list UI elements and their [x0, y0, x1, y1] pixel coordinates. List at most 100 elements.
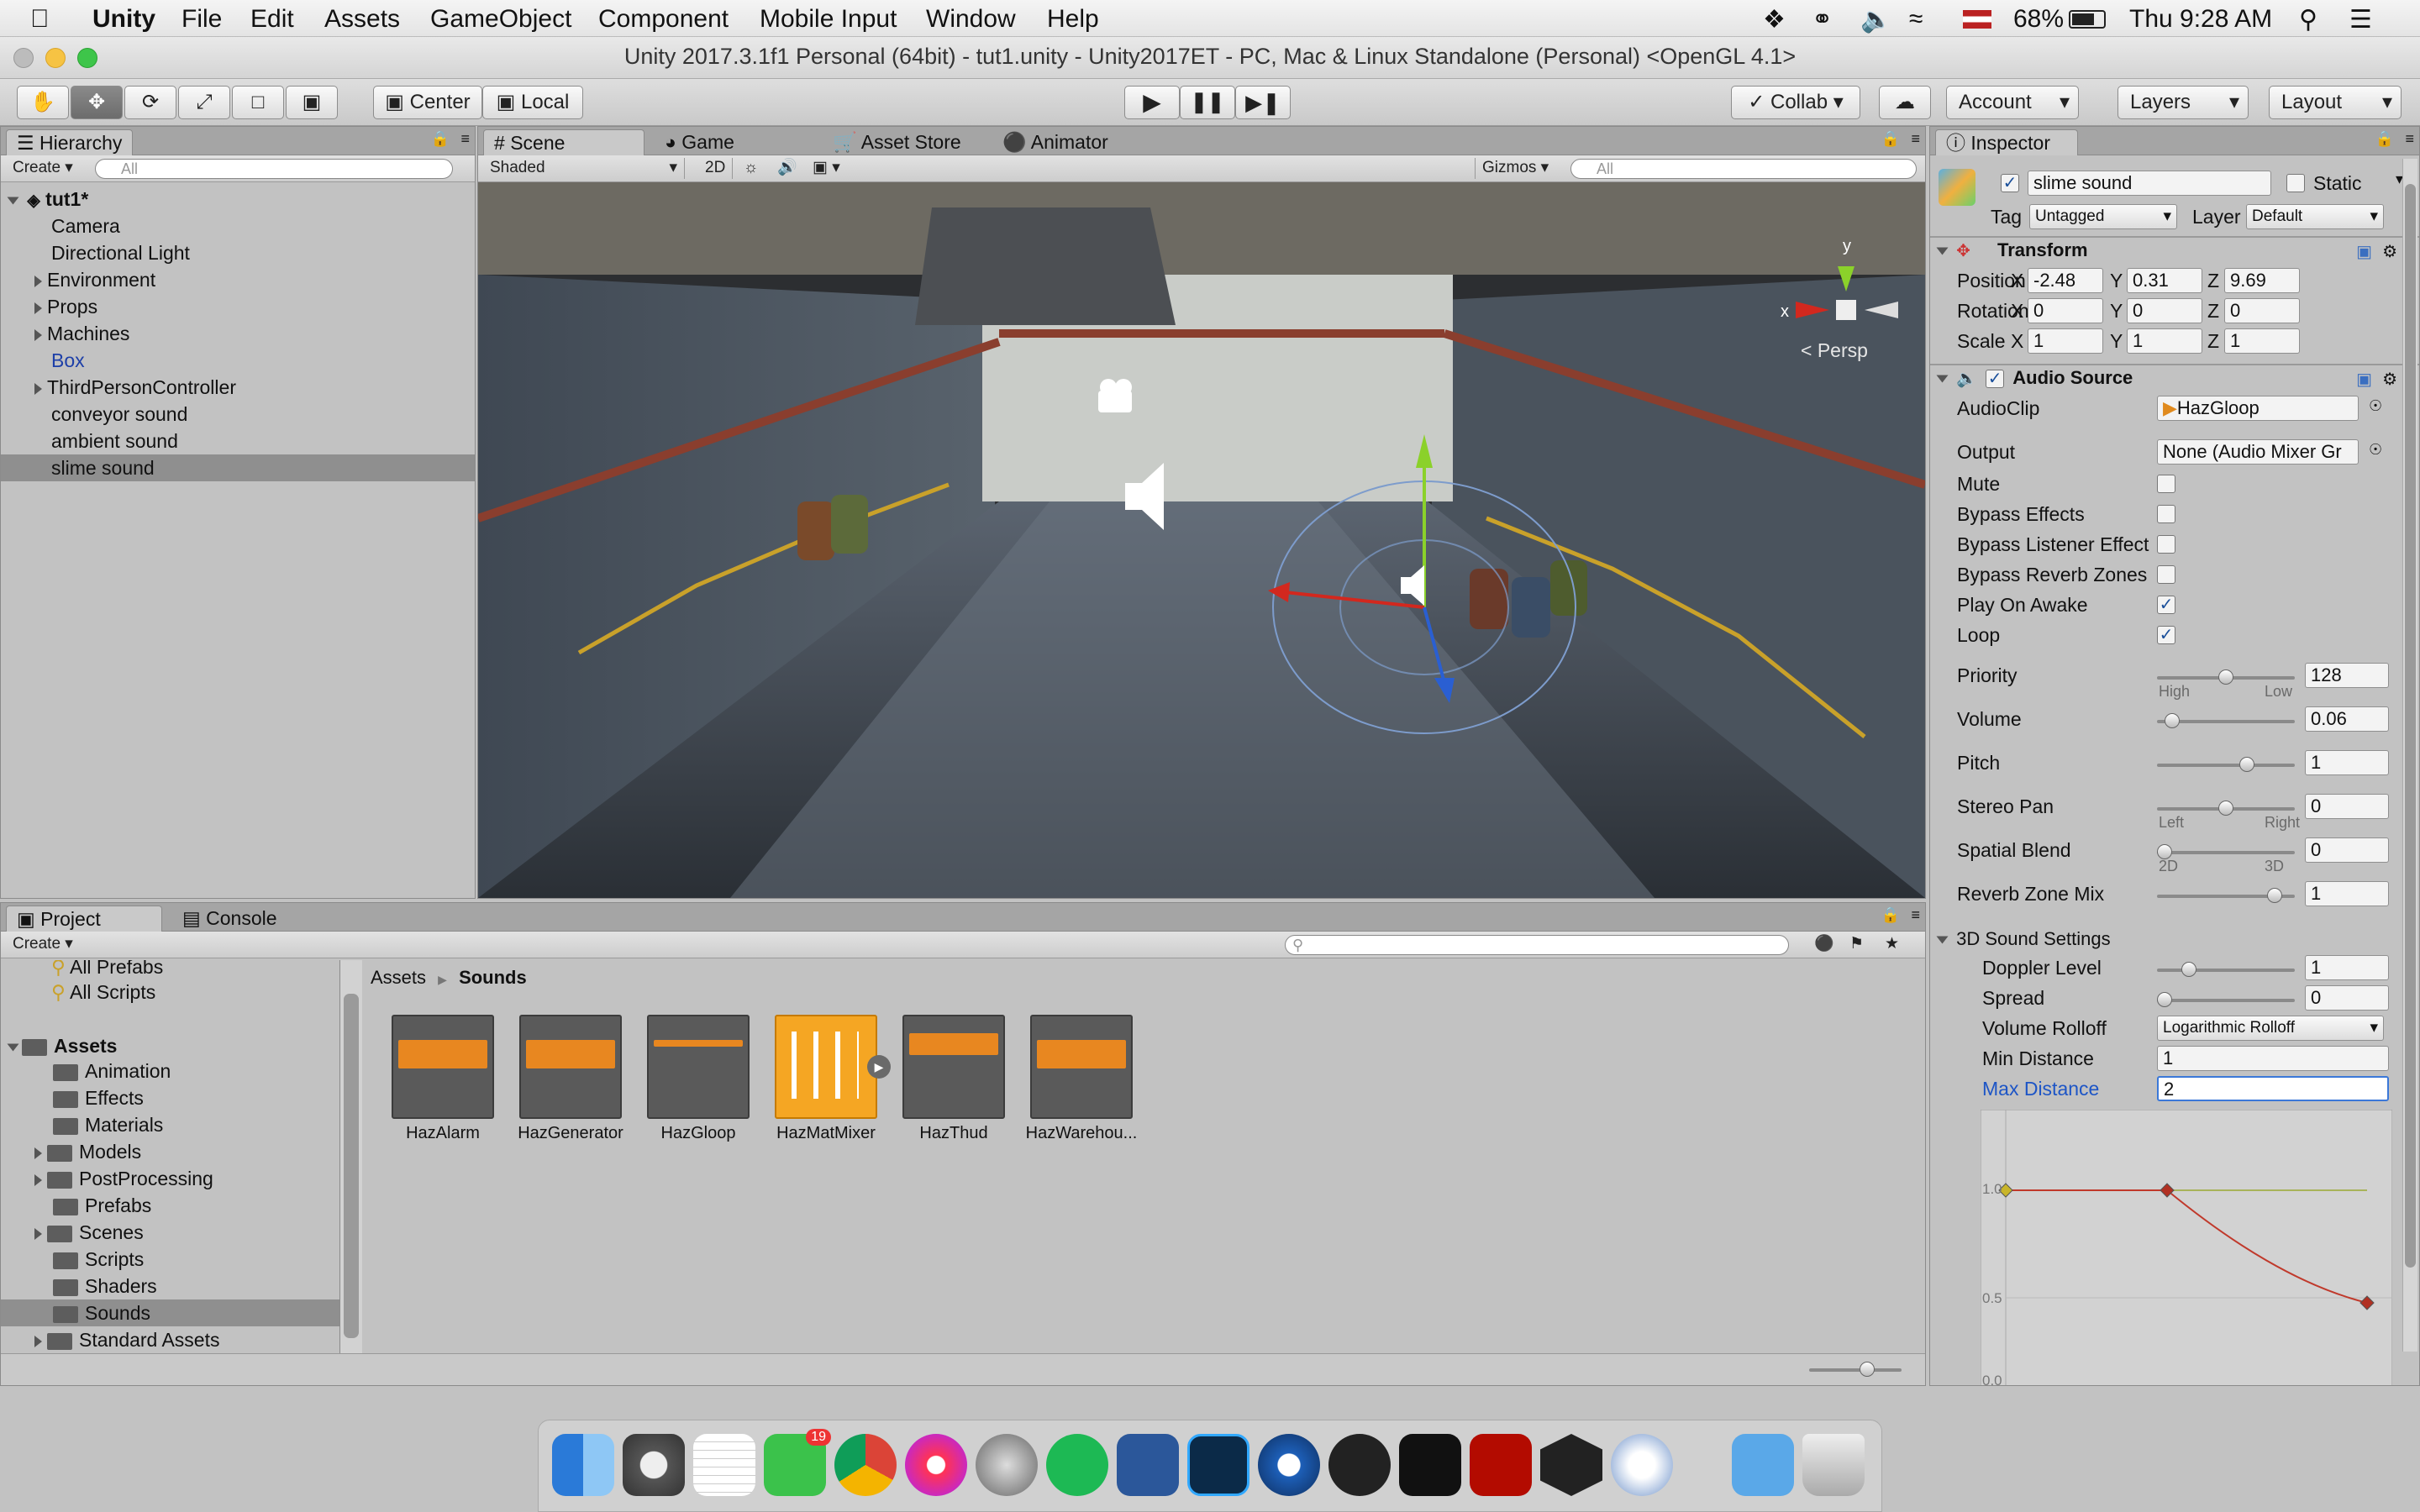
hierarchy-item[interactable]: Environment — [1, 266, 475, 293]
system-preferences-icon[interactable] — [976, 1434, 1038, 1496]
asset-thumbnail[interactable] — [1030, 1015, 1133, 1119]
layers-dropdown[interactable]: Layers ▾ — [2118, 86, 2249, 119]
breadcrumb-sounds[interactable]: Sounds — [459, 967, 527, 988]
audio-enabled-checkbox[interactable]: ✓ — [1986, 370, 2005, 389]
stereo-pan-slider[interactable] — [2157, 801, 2295, 816]
flag-icon[interactable] — [1963, 10, 1991, 29]
folder-item[interactable]: Sounds — [1, 1299, 339, 1326]
play-on-awake-checkbox[interactable]: ✓ — [2157, 596, 2175, 614]
reverb-zone-mix-slider[interactable] — [2157, 888, 2295, 903]
bypass-effects-checkbox[interactable] — [2157, 505, 2175, 523]
filter-label-icon[interactable]: ⚑ — [1843, 934, 1870, 955]
move-tool-icon[interactable]: ✥ — [71, 86, 123, 119]
folder-item[interactable]: Animation — [1, 1058, 339, 1084]
menu-file[interactable]: File — [182, 5, 222, 34]
layout-dropdown[interactable]: Layout ▾ — [2269, 86, 2402, 119]
hierarchy-item[interactable]: slime sound — [1, 454, 475, 481]
lock-icon[interactable]: 🔒 — [1881, 130, 1900, 148]
inspector-scrollbar[interactable] — [2402, 159, 2417, 1352]
shading-mode-dropdown[interactable]: Shaded ▾ — [483, 158, 685, 179]
folder-item[interactable]: Effects — [1, 1084, 339, 1111]
rotation-x-field[interactable]: 0 — [2028, 298, 2103, 323]
rotation-y-field[interactable]: 0 — [2127, 298, 2202, 323]
transform-header[interactable]: ✥ Transform ⚙ ▣ — [1930, 239, 2402, 265]
max-distance-field[interactable]: 2 — [2157, 1076, 2389, 1101]
wifi-icon[interactable]: ≈ — [1909, 5, 1923, 34]
reverb-zone-mix-slider-knob[interactable] — [2267, 888, 2283, 903]
notes-icon[interactable] — [693, 1434, 755, 1496]
asset-thumbnail[interactable] — [392, 1015, 494, 1119]
help-icon[interactable]: ▣ — [2356, 241, 2372, 262]
volume-slider-knob[interactable] — [2164, 713, 2180, 728]
spotlight-icon[interactable]: ⚲ — [2299, 5, 2317, 34]
expand-icon[interactable] — [34, 382, 42, 395]
trash-icon[interactable] — [1802, 1434, 1865, 1496]
folder-item[interactable]: Models — [1, 1138, 339, 1165]
word-icon[interactable] — [1117, 1434, 1179, 1496]
hierarchy-item[interactable]: Box — [1, 347, 475, 374]
favorite-item[interactable]: ⚲ All Scripts — [1, 979, 339, 1005]
scale-z-field[interactable]: 1 — [2224, 328, 2300, 354]
step-button[interactable]: ▶❚ — [1235, 86, 1291, 119]
expand-icon[interactable] — [1936, 375, 1949, 383]
effects-toggle-icon[interactable]: ▣ ▾ — [806, 158, 847, 179]
priority-slider-knob[interactable] — [2218, 669, 2233, 685]
spread-field[interactable]: 0 — [2305, 985, 2389, 1011]
gizmos-dropdown[interactable]: Gizmos ▾ — [1475, 158, 1555, 179]
tab-project[interactable]: ▣ Project — [6, 906, 162, 932]
apple-icon[interactable]:  — [30, 5, 50, 34]
rolloff-dropdown[interactable]: Logarithmic Rolloff ▾ — [2157, 1016, 2384, 1041]
chrome-icon[interactable] — [834, 1434, 897, 1496]
pitch-field[interactable]: 1 — [2305, 750, 2389, 775]
panel-menu-icon[interactable]: ≡ — [2405, 130, 2414, 148]
expand-icon[interactable] — [34, 1335, 42, 1347]
tab-console[interactable]: ▤ Console — [172, 906, 287, 932]
creative-cloud-icon[interactable]: ⚭ — [1812, 5, 1833, 34]
expand-icon[interactable] — [7, 197, 19, 205]
scrollbar-thumb[interactable] — [344, 994, 359, 1338]
hierarchy-item[interactable]: conveyor sound — [1, 401, 475, 428]
static-checkbox[interactable] — [2286, 174, 2305, 192]
gear-icon[interactable]: ⚙ — [2382, 241, 2397, 262]
priority-slider[interactable] — [2157, 669, 2295, 685]
pause-button[interactable]: ❚❚ — [1180, 86, 1235, 119]
hand-tool-icon[interactable]: ✋ — [17, 86, 69, 119]
pitch-slider-knob[interactable] — [2238, 757, 2254, 772]
bypass-reverb-checkbox[interactable] — [2157, 565, 2175, 584]
folder-tree-scrollbar[interactable] — [340, 960, 362, 1372]
position-y-field[interactable]: 0.31 — [2127, 268, 2202, 293]
volume-icon[interactable]: 🔈 — [1860, 5, 1891, 34]
collab-button[interactable]: ✓ Collab ▾ — [1731, 86, 1860, 119]
active-checkbox[interactable]: ✓ — [2001, 174, 2019, 192]
battery-icon[interactable] — [2069, 10, 2106, 29]
menu-edit[interactable]: Edit — [250, 5, 294, 34]
spatial-blend-field[interactable]: 0 — [2305, 837, 2389, 863]
spread-slider[interactable] — [2157, 992, 2295, 1007]
rolloff-curve-graph[interactable]: 1.0 0.5 0.0 — [1981, 1110, 2392, 1386]
downloads-folder-icon[interactable] — [1732, 1434, 1794, 1496]
gear-icon[interactable]: ⚙ — [2382, 369, 2397, 390]
assets-root[interactable]: Assets — [1, 1032, 339, 1059]
tab-hierarchy[interactable]: ☰ Hierarchy — [6, 129, 134, 155]
scene-viewport[interactable]: y x < Persp — [478, 182, 1925, 898]
project-search-input[interactable]: ⚲ — [1285, 935, 1789, 955]
audio-source-header[interactable]: 🔈 ✓ Audio Source ⚙ ▣ — [1930, 367, 2402, 392]
output-field[interactable]: None (Audio Mixer Gr — [2157, 439, 2359, 465]
acrobat-icon[interactable] — [1470, 1434, 1532, 1496]
asset-thumbnail[interactable] — [647, 1015, 750, 1119]
doppler-level-slider-knob[interactable] — [2181, 962, 2197, 977]
volume-slider[interactable] — [2157, 713, 2295, 728]
spread-slider-knob[interactable] — [2157, 992, 2172, 1007]
tab-scene[interactable]: # Scene — [483, 129, 644, 155]
rotation-z-field[interactable]: 0 — [2224, 298, 2300, 323]
favorite-star-icon[interactable]: ★ — [1878, 934, 1906, 955]
filter-type-icon[interactable]: ⚫ — [1807, 934, 1841, 955]
transform-tool-icon[interactable]: ▣ — [286, 86, 338, 119]
expand-icon[interactable] — [1936, 247, 1949, 255]
itunes-icon[interactable] — [905, 1434, 967, 1496]
launchpad-icon[interactable] — [623, 1434, 685, 1496]
hierarchy-item[interactable]: Camera — [1, 213, 475, 239]
folder-item[interactable]: Prefabs — [1, 1192, 339, 1219]
position-x-field[interactable]: -2.48 — [2028, 268, 2103, 293]
stereo-pan-slider-knob[interactable] — [2218, 801, 2233, 816]
